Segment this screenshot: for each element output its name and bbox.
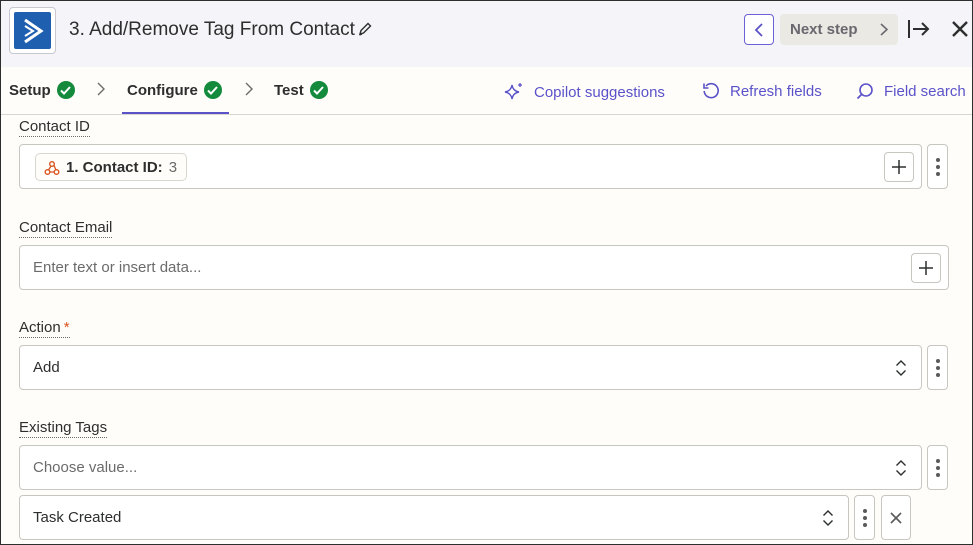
action-label: Action *	[19, 319, 70, 338]
check-circle-icon	[56, 81, 75, 99]
contact-id-field[interactable]: 1. Contact ID: 3	[19, 144, 922, 189]
activecampaign-logo-icon	[23, 18, 44, 43]
contact-email-label: Contact Email	[19, 219, 113, 238]
more-options-button[interactable]	[927, 345, 948, 390]
action-select[interactable]: Add	[19, 345, 922, 390]
check-circle-icon	[309, 81, 328, 99]
collapse-panel-icon[interactable]	[907, 18, 931, 40]
tab-test[interactable]: Test	[274, 81, 328, 99]
chevron-up-down-icon	[896, 360, 906, 376]
previous-step-button[interactable]	[744, 14, 774, 45]
field-search-label: Field search	[884, 82, 966, 100]
step-header: 3. Add/Remove Tag From Contact Next step	[1, 1, 972, 67]
app-logo	[9, 7, 56, 54]
insert-data-button[interactable]	[911, 253, 941, 283]
tab-label: Test	[274, 81, 304, 99]
more-vertical-icon	[935, 157, 940, 162]
copilot-suggestions-button[interactable]: Copilot suggestions	[504, 82, 665, 102]
field-search-button[interactable]: Field search	[856, 82, 966, 100]
chevron-up-down-icon	[823, 510, 833, 526]
more-vertical-icon	[935, 358, 940, 363]
chevron-up-down-icon	[896, 460, 906, 476]
existing-tags-select[interactable]: Choose value...	[19, 445, 922, 490]
existing-tags-label: Existing Tags	[19, 419, 108, 438]
more-options-button[interactable]	[927, 144, 948, 189]
more-vertical-icon	[862, 508, 867, 513]
refresh-fields-button[interactable]: Refresh fields	[702, 82, 822, 100]
tab-label: Setup	[9, 81, 51, 99]
chevron-right-icon	[97, 82, 105, 96]
next-step-button[interactable]: Next step	[780, 14, 898, 45]
copilot-label: Copilot suggestions	[534, 83, 665, 101]
refresh-label: Refresh fields	[730, 82, 822, 100]
close-icon[interactable]	[951, 20, 969, 38]
plus-icon	[892, 160, 906, 174]
more-options-button[interactable]	[854, 495, 875, 540]
remove-value-button[interactable]	[881, 495, 911, 540]
contact-email-placeholder: Enter text or insert data...	[33, 259, 202, 276]
tab-configure[interactable]: Configure	[127, 81, 222, 99]
tab-label: Configure	[127, 81, 198, 99]
pill-value: 3	[168, 158, 178, 176]
step-title: 3. Add/Remove Tag From Contact	[69, 19, 355, 40]
next-step-label: Next step	[790, 21, 858, 38]
close-icon	[890, 511, 902, 524]
tag-value-select[interactable]: Task Created	[19, 495, 849, 540]
step-tabs: Setup Configure Test Copilot suggestions	[1, 67, 972, 115]
action-value: Add	[33, 359, 60, 376]
action-label-text: Action	[19, 319, 61, 336]
webhook-icon	[44, 161, 60, 175]
chevron-right-icon	[245, 82, 253, 96]
sparkle-icon	[504, 83, 522, 100]
plus-icon	[919, 261, 933, 275]
pencil-icon[interactable]	[357, 21, 373, 37]
more-options-button[interactable]	[927, 445, 948, 490]
contact-id-label: Contact ID	[19, 118, 90, 137]
required-marker: *	[63, 319, 70, 336]
refresh-icon	[703, 82, 719, 99]
insert-data-button[interactable]	[884, 152, 914, 182]
pill-label: 1. Contact ID:	[66, 158, 163, 176]
search-icon	[856, 83, 873, 100]
check-circle-icon	[203, 81, 222, 99]
tag-value: Task Created	[33, 509, 122, 526]
existing-tags-placeholder: Choose value...	[33, 459, 138, 476]
more-vertical-icon	[935, 458, 940, 463]
active-tab-indicator	[122, 112, 229, 114]
contact-email-field[interactable]: Enter text or insert data...	[19, 245, 949, 290]
mapped-data-pill[interactable]: 1. Contact ID: 3	[35, 153, 188, 181]
chevron-left-icon	[754, 22, 763, 37]
tab-setup[interactable]: Setup	[9, 81, 75, 99]
chevron-right-icon	[880, 23, 888, 36]
